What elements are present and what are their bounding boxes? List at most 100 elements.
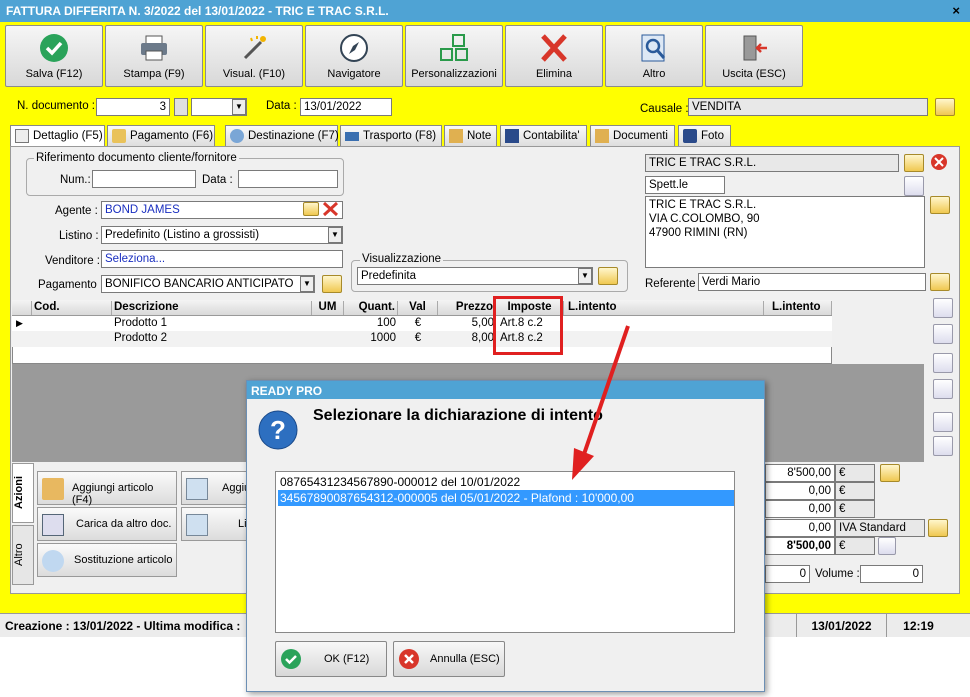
listino-select[interactable]: Predefinito (Listino a grossisti) — [101, 226, 343, 244]
tab-documenti[interactable]: Documenti — [590, 125, 675, 147]
visual-select[interactable]: Predefinita — [357, 267, 593, 285]
book-icon — [505, 129, 519, 143]
pagamento-chevron-down-icon[interactable]: ▼ — [300, 276, 314, 292]
total-iva: 0,00 — [765, 519, 835, 537]
causale-field[interactable]: VENDITA — [688, 98, 928, 116]
num-doc-spinner[interactable] — [174, 98, 188, 116]
agente-clear-x-icon[interactable] — [322, 201, 339, 217]
tab-label: Documenti — [613, 130, 668, 142]
window-close-button[interactable]: × — [952, 3, 960, 18]
visual-chevron-down-icon[interactable]: ▼ — [578, 268, 592, 284]
intent-dialog: READY PRO ? Selezionare la dichiarazione… — [246, 380, 765, 692]
customer-address-box[interactable]: TRIC E TRAC S.R.L. VIA C.COLOMBO, 90 479… — [645, 196, 925, 268]
listino-chevron-down-icon[interactable]: ▼ — [328, 227, 342, 243]
visual-folder-icon[interactable] — [598, 267, 618, 285]
col-prezzo[interactable]: Prezzo — [438, 301, 496, 315]
tab-foto[interactable]: Foto — [678, 125, 731, 147]
move-updown-icon[interactable] — [933, 298, 953, 318]
tab-label: Contabilita' — [523, 130, 580, 142]
referente-folder-icon[interactable] — [930, 273, 950, 291]
add-article-button[interactable]: Aggiungi articolo (F4) — [37, 471, 177, 506]
ok-button[interactable]: OK (F12) — [275, 641, 387, 677]
colli-field[interactable]: 0 — [765, 565, 810, 583]
svg-text:?: ? — [270, 415, 286, 445]
num-doc-field[interactable]: 3 — [96, 98, 170, 116]
date-field[interactable]: 13/01/2022 — [300, 98, 392, 116]
gear-icon[interactable] — [933, 412, 953, 432]
tab-pagamento[interactable]: Pagamento (F6) — [107, 125, 215, 147]
add-other-button[interactable]: Aggiu — [181, 471, 250, 505]
tab-dettaglio[interactable]: Dettaglio (F5) — [10, 125, 105, 148]
navigator-button[interactable]: Navigatore — [305, 25, 403, 87]
address-folder-icon[interactable] — [930, 196, 950, 214]
tab-destinazione[interactable]: Destinazione (F7) — [225, 125, 339, 147]
agente-folder-icon[interactable] — [303, 202, 319, 216]
referente-field[interactable]: Verdi Mario — [698, 273, 926, 291]
totals-folder-icon[interactable] — [880, 464, 900, 482]
save-button-label: Salva (F12) — [25, 68, 83, 80]
arrow-up-icon[interactable] — [933, 353, 953, 373]
compass-icon — [340, 34, 368, 62]
list-button[interactable]: Li — [181, 507, 247, 541]
list-item-selected[interactable]: 34567890087654312-000005 del 05/01/2022 … — [278, 490, 734, 506]
spett-field[interactable]: Spett.le — [645, 176, 725, 194]
col-quant[interactable]: Quant. — [344, 301, 398, 315]
cell-price: 8,00 — [471, 332, 494, 344]
other-button[interactable]: Altro — [605, 25, 703, 87]
cell-price: 5,00 — [471, 317, 494, 329]
zoom-icon[interactable] — [878, 537, 896, 555]
side-tab-altro[interactable]: Altro — [12, 525, 34, 585]
customer-remove-icon[interactable] — [930, 153, 948, 171]
add-other-icon — [186, 478, 208, 500]
add-article-label: Aggiungi articolo (F4) — [72, 482, 154, 506]
referente-label: Referente — [645, 278, 696, 290]
cancel-button[interactable]: Annulla (ESC) — [393, 641, 505, 677]
save-button[interactable]: Salva (F12) — [5, 25, 103, 87]
tab-contabilita[interactable]: Contabilita' — [500, 125, 587, 147]
col-cod[interactable]: Cod. — [32, 301, 112, 315]
iva-folder-icon[interactable] — [928, 519, 948, 537]
venditore-field[interactable]: Seleziona... — [101, 250, 343, 268]
pagamento-folder-icon[interactable] — [322, 275, 342, 293]
tab-trasporto[interactable]: Trasporto (F8) — [340, 125, 442, 147]
intent-listbox[interactable]: 08765431234567890-000012 del 10/01/2022 … — [275, 471, 735, 633]
rif-num-field[interactable] — [92, 170, 196, 188]
link-icon[interactable] — [933, 436, 953, 456]
col-um[interactable]: UM — [312, 301, 344, 315]
customer-folder-icon[interactable] — [904, 154, 924, 172]
rif-date-field[interactable] — [238, 170, 338, 188]
causale-folder-icon[interactable] — [935, 98, 955, 116]
arrow-down-icon[interactable] — [933, 379, 953, 399]
cell-desc: Prodotto 1 — [114, 317, 168, 329]
col-lintento-1[interactable]: L.intento — [564, 301, 764, 315]
delete-button[interactable]: Elimina — [505, 25, 603, 87]
camera-icon — [683, 129, 697, 143]
pagamento-select[interactable]: BONIFICO BANCARIO ANTICIPATO — [101, 275, 315, 293]
col-lintento-2[interactable]: L.intento — [764, 301, 832, 315]
col-val[interactable]: Val — [398, 301, 438, 315]
total-imponibile: 8'500,00 — [765, 464, 835, 482]
replace-article-button[interactable]: Sostituzione articolo — [37, 543, 177, 577]
customize-button[interactable]: Personalizzazioni — [405, 25, 503, 87]
printer-icon — [141, 35, 167, 61]
col-descrizione[interactable]: Descrizione — [112, 301, 312, 315]
contact-search-icon[interactable] — [904, 176, 924, 196]
address-line: 47900 RIMINI (RN) — [649, 227, 748, 239]
series-chevron-down-icon[interactable]: ▼ — [232, 99, 246, 115]
documents-folder-icon — [595, 129, 609, 143]
search-icon[interactable] — [933, 324, 953, 344]
num-doc-label: N. documento : — [17, 100, 95, 112]
volume-field[interactable]: 0 — [860, 565, 923, 583]
cell-qty: 100 — [376, 317, 396, 329]
list-item[interactable]: 08765431234567890-000012 del 10/01/2022 — [278, 474, 734, 490]
load-from-doc-button[interactable]: Carica da altro doc. — [37, 507, 177, 541]
exit-button[interactable]: Uscita (ESC) — [705, 25, 803, 87]
customer-name-field[interactable]: TRIC E TRAC S.R.L. — [645, 154, 899, 172]
print-button[interactable]: Stampa (F9) — [105, 25, 203, 87]
side-tab-azioni[interactable]: Azioni — [12, 463, 34, 523]
visual-button[interactable]: Visual. (F10) — [205, 25, 303, 87]
tab-note[interactable]: Note — [444, 125, 497, 147]
table-row[interactable]: Prodotto 2 1000 € 8,00 Art.8 c.2 — [12, 331, 832, 347]
tab-label: Destinazione (F7) — [248, 130, 339, 142]
table-row[interactable]: ▶ Prodotto 1 100 € 5,00 Art.8 c.2 — [12, 316, 832, 332]
